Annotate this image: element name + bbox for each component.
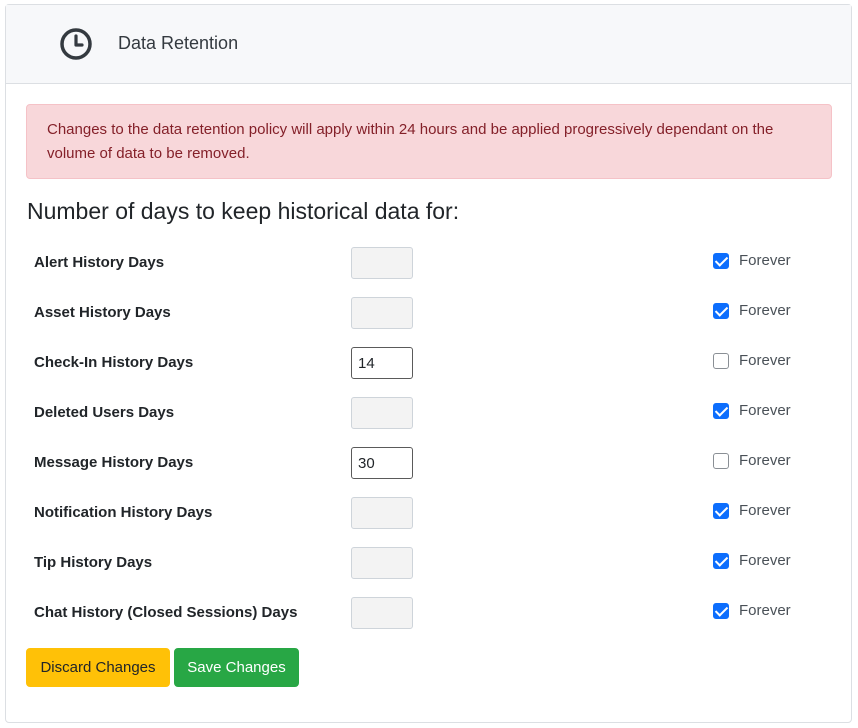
chat-history-days-input[interactable] bbox=[351, 597, 413, 629]
discard-changes-button[interactable]: Discard Changes bbox=[26, 648, 170, 687]
card-header: Data Retention bbox=[6, 5, 851, 84]
setting-label: Chat History (Closed Sessions) Days bbox=[34, 604, 298, 621]
forever-checkbox[interactable] bbox=[713, 553, 729, 569]
setting-label: Alert History Days bbox=[34, 254, 165, 271]
deleted-users-days-input[interactable] bbox=[351, 397, 413, 429]
forever-label: Forever bbox=[739, 602, 791, 619]
asset-history-days-input[interactable] bbox=[351, 297, 413, 329]
forever-label: Forever bbox=[739, 502, 791, 519]
forever-label: Forever bbox=[739, 252, 791, 269]
setting-label: Tip History Days bbox=[34, 554, 153, 571]
setting-row-alert-history: Alert History Days Forever bbox=[6, 247, 851, 279]
forever-label: Forever bbox=[739, 402, 791, 419]
forever-label: Forever bbox=[739, 552, 791, 569]
forever-checkbox[interactable] bbox=[713, 403, 729, 419]
forever-label: Forever bbox=[739, 452, 791, 469]
message-history-days-input[interactable] bbox=[351, 447, 413, 479]
save-changes-button[interactable]: Save Changes bbox=[174, 648, 299, 687]
setting-label: Check-In History Days bbox=[34, 354, 194, 371]
setting-row-chat-history: Chat History (Closed Sessions) Days Fore… bbox=[6, 597, 851, 629]
setting-label: Message History Days bbox=[34, 454, 194, 471]
retention-warning-alert: Changes to the data retention policy wil… bbox=[26, 104, 832, 179]
forever-label: Forever bbox=[739, 302, 791, 319]
forever-checkbox[interactable] bbox=[713, 253, 729, 269]
setting-label: Notification History Days bbox=[34, 504, 213, 521]
page-title: Data Retention bbox=[118, 33, 239, 53]
forever-checkbox[interactable] bbox=[713, 453, 729, 469]
setting-row-notification-history: Notification History Days Forever bbox=[6, 497, 851, 529]
check-in-history-days-input[interactable] bbox=[351, 347, 413, 379]
section-heading: Number of days to keep historical data f… bbox=[27, 198, 460, 224]
setting-row-deleted-users: Deleted Users Days Forever bbox=[6, 397, 851, 429]
setting-label: Deleted Users Days bbox=[34, 404, 175, 421]
forever-checkbox[interactable] bbox=[713, 353, 729, 369]
forever-checkbox[interactable] bbox=[713, 503, 729, 519]
setting-row-check-in-history: Check-In History Days Forever bbox=[6, 347, 851, 379]
tip-history-days-input[interactable] bbox=[351, 547, 413, 579]
data-retention-card: Data Retention Changes to the data reten… bbox=[5, 4, 852, 723]
notification-history-days-input[interactable] bbox=[351, 497, 413, 529]
setting-row-message-history: Message History Days Forever bbox=[6, 447, 851, 479]
alert-history-days-input[interactable] bbox=[351, 247, 413, 279]
setting-row-asset-history: Asset History Days Forever bbox=[6, 297, 851, 329]
setting-label: Asset History Days bbox=[34, 304, 171, 321]
forever-checkbox[interactable] bbox=[713, 603, 729, 619]
forever-label: Forever bbox=[739, 352, 791, 369]
clock-icon bbox=[59, 27, 93, 61]
forever-checkbox[interactable] bbox=[713, 303, 729, 319]
setting-row-tip-history: Tip History Days Forever bbox=[6, 547, 851, 579]
